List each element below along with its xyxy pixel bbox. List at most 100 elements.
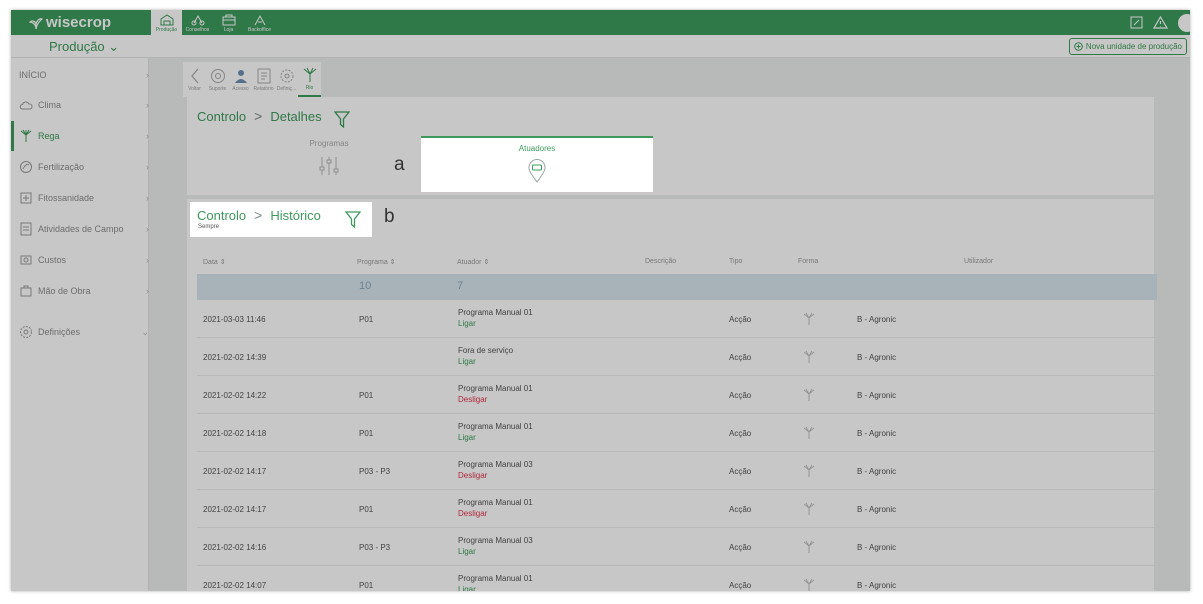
table-row[interactable]: 2021-02-02 14:17 P03 - P3 Programa Manual … [197,452,1157,490]
total-actuator: 7 [457,280,464,292]
cell-date: 2021-02-02 14:07 [203,581,267,590]
module-backoffice[interactable]: Backoffice [244,10,275,35]
cloud-icon [19,98,33,112]
edit-icon[interactable] [1130,16,1143,29]
sidebar-item-label: Atividades de Campo [38,224,124,234]
cell-actuator: Programa Manual 03 [458,536,533,545]
tool-label: Relatório [253,85,274,92]
module-producao[interactable]: Produção [151,10,182,35]
cell-date: 2021-02-02 14:16 [203,543,267,552]
sidebar-item-label: Custos [38,255,67,265]
cell-program: P03 - P3 [359,543,391,552]
sidebar-item-label: Rega [38,131,60,141]
module-loja[interactable]: Loja [213,10,244,35]
table-row[interactable]: 2021-02-02 14:17 P01 Programa Manual 01 Des… [197,490,1157,528]
table-row[interactable]: 2021-02-02 14:16 P03 - P3 Programa Manual … [197,528,1157,566]
cell-action: Desligar [458,509,488,518]
cell-user: B - Agronic [857,315,897,324]
avatar[interactable] [1178,13,1190,32]
tab-programas[interactable]: Programas [239,139,419,191]
definitions-button[interactable]: Definiç... [275,62,298,97]
history-breadcrumb-box: Controlo > Histórico Sempre [190,202,372,237]
col-header-date[interactable]: Data ⇕ [203,258,226,266]
module-label: Produção [155,27,178,33]
sidebar-item-label: Fertilização [38,162,85,172]
chevron-right-icon: › [146,255,149,265]
breadcrumb-root[interactable]: Controlo [197,109,246,124]
col-header-user: Utilizador [964,258,994,265]
cell-date: 2021-02-02 14:18 [203,429,267,438]
sidebar-item-fitossanidade[interactable]: Fitossanidade › [11,183,149,213]
cell-actuator: Fora de serviço [458,346,514,355]
annotation-b: b [384,206,395,227]
cell-actuator: Programa Manual 01 [458,498,533,507]
fertilizer-icon [19,160,33,174]
sidebar-item-rega[interactable]: Rega › [11,121,149,151]
sidebar-item-inicio[interactable]: INÍCIO › [11,60,149,90]
sidebar-item-custos[interactable]: Custos › [11,245,149,275]
cell-action: Desligar [458,395,488,404]
totals-row [197,274,1157,300]
sidebar-item-atividades[interactable]: Atividades de Campo › [11,214,149,244]
report-icon [257,68,270,83]
sidebar-item-fertilizacao[interactable]: Fertilização › [11,152,149,182]
back-button[interactable]: Voltar [183,62,206,97]
tool-label: Acesso [232,85,249,92]
details-card: Controlo > Detalhes Programas [187,97,1154,195]
cell-actuator: Programa Manual 01 [458,574,533,583]
chevron-right-icon: › [146,193,149,203]
table-row[interactable]: 2021-02-02 14:07 P01 Programa Manual 01 Lig… [197,566,1157,591]
cell-type: Acção [729,429,752,438]
breadcrumb-root[interactable]: Controlo [197,208,246,223]
sidebar-item-clima[interactable]: Clima › [11,90,149,120]
irrigation-tool-button[interactable]: Rio [298,62,321,97]
cell-user: B - Agronic [857,543,897,552]
table-row[interactable]: 2021-02-02 14:18 P01 Programa Manual 01 Lig… [197,414,1157,452]
table-row[interactable]: 2021-02-02 14:39 Fora de serviço Ligar Acçã… [197,338,1157,376]
tool-label: Rio [305,84,314,91]
cell-program: P01 [359,429,374,438]
support-button[interactable]: Suporte [206,62,229,97]
new-unit-label: Nova unidade de produção [1085,42,1182,51]
labor-icon [19,284,33,298]
filter-icon[interactable] [345,211,361,229]
chevron-right-icon: › [146,131,149,141]
production-select[interactable]: Produção ⌄ [49,39,119,55]
cell-date: 2021-02-02 14:22 [203,391,267,400]
table-row[interactable]: 2021-03-03 11:46 P01 Programa Manual 01 Lig… [197,300,1157,338]
cell-user: B - Agronic [857,505,897,514]
breadcrumb-current: Detalhes [270,108,322,124]
sidebar-item-label: Definições [38,327,81,337]
logo-icon [29,17,43,29]
chevron-right-icon: › [146,70,149,80]
tab-label: Atuadores [518,144,556,153]
chevron-right-icon: › [146,162,149,172]
logo[interactable]: wisecrop [11,10,149,35]
table-row[interactable]: 2021-02-02 14:22 P01 Programa Manual 01 Des… [197,376,1157,414]
sidebar-item-label: Fitossanidade [38,193,95,203]
cell-actuator: Programa Manual 01 [458,384,533,393]
tab-atuadores[interactable]: Atuadores [421,136,653,192]
cell-program: P01 [359,315,374,324]
sidebar-item-definicoes[interactable]: Definições ⌄ [11,317,149,347]
plant-health-icon [19,191,33,205]
sub-header: Produção ⌄ Nova unidade de produção [11,35,1190,58]
back-icon [190,68,198,83]
advisor-icon [191,14,204,26]
col-header-actuator[interactable]: Atuador ⇕ [457,258,489,266]
new-unit-button[interactable]: Nova unidade de produção [1068,38,1187,55]
access-button[interactable]: Acesso [229,62,252,97]
col-header-program[interactable]: Programa ⇕ [357,258,396,266]
report-button[interactable]: Relatório [252,62,275,97]
sidebar-item-mao-de-obra[interactable]: Mão de Obra › [11,276,149,306]
module-conselhos[interactable]: Conselhos [182,10,213,35]
irrigation-icon [803,578,815,591]
backoffice-icon [254,14,265,26]
filter-icon[interactable] [333,111,350,129]
module-bar: Produção Conselhos Loja Backoffice [151,10,275,35]
cell-type: Acção [729,505,752,514]
cell-date: 2021-02-02 14:17 [203,505,267,514]
irrigation-icon [803,350,815,363]
settings-icon [19,325,33,339]
warning-icon[interactable] [1153,16,1168,29]
